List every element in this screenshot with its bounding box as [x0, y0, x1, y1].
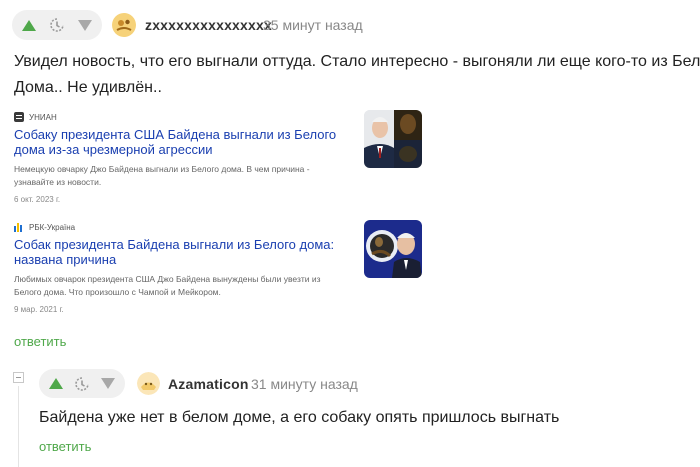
unian-logo-icon: [14, 112, 24, 122]
news-source: УНИАН: [14, 111, 424, 123]
thread-line[interactable]: [18, 386, 19, 467]
save-for-later-clock-icon[interactable]: [48, 16, 66, 34]
news-source-name: УНИАН: [29, 112, 57, 122]
rbc-logo-icon: [14, 222, 24, 232]
news-thumbnail-image[interactable]: [364, 110, 422, 168]
comment-text: Байдена уже нет в белом доме, а его соба…: [39, 409, 560, 426]
news-source-name: РБК-Україна: [29, 222, 76, 232]
comment-text-line: Увидел новость, что его выгнали оттуда. …: [14, 53, 700, 70]
collapse-thread-button[interactable]: [13, 372, 24, 383]
comment-author[interactable]: Azamaticon: [168, 376, 249, 392]
upvote-arrow-icon[interactable]: [49, 378, 63, 389]
comment-timestamp[interactable]: 35 минут назад: [263, 17, 363, 33]
news-card[interactable]: РБК-Україна Собак президента Байдена выг…: [14, 220, 424, 314]
avatar[interactable]: [137, 372, 160, 395]
news-snippet: Немецкую овчарку Джо Байдена выгнали из …: [14, 164, 310, 187]
downvote-arrow-icon[interactable]: [101, 378, 115, 389]
reply-link[interactable]: ответить: [14, 334, 66, 349]
avatar[interactable]: [112, 13, 136, 37]
comment-timestamp[interactable]: 31 минуту назад: [251, 376, 358, 392]
news-card[interactable]: УНИАН Собаку президента США Байдена выгн…: [14, 110, 424, 204]
news-title-link[interactable]: Собаку президента США Байдена выгнали из…: [14, 127, 344, 157]
comment-text-line: Дома.. Не удивлён..: [14, 79, 162, 96]
news-date: 9 мар. 2021 г.: [14, 305, 64, 314]
upvote-arrow-icon[interactable]: [22, 19, 36, 31]
downvote-arrow-icon[interactable]: [78, 19, 92, 31]
news-snippet: Любимых овчарок президента США Джо Байде…: [14, 274, 321, 297]
vote-controls: [12, 10, 102, 40]
news-source: РБК-Україна: [14, 221, 424, 233]
news-date: 6 окт. 2023 г.: [14, 195, 61, 204]
vote-controls: [39, 369, 125, 398]
news-title-link[interactable]: Собак президента Байдена выгнали из Бело…: [14, 237, 344, 267]
reply-link[interactable]: ответить: [39, 439, 91, 454]
news-thumbnail-image[interactable]: [364, 220, 422, 278]
save-for-later-clock-icon[interactable]: [73, 375, 91, 393]
comment-author[interactable]: zxxxxxxxxxxxxxxx: [145, 17, 272, 33]
